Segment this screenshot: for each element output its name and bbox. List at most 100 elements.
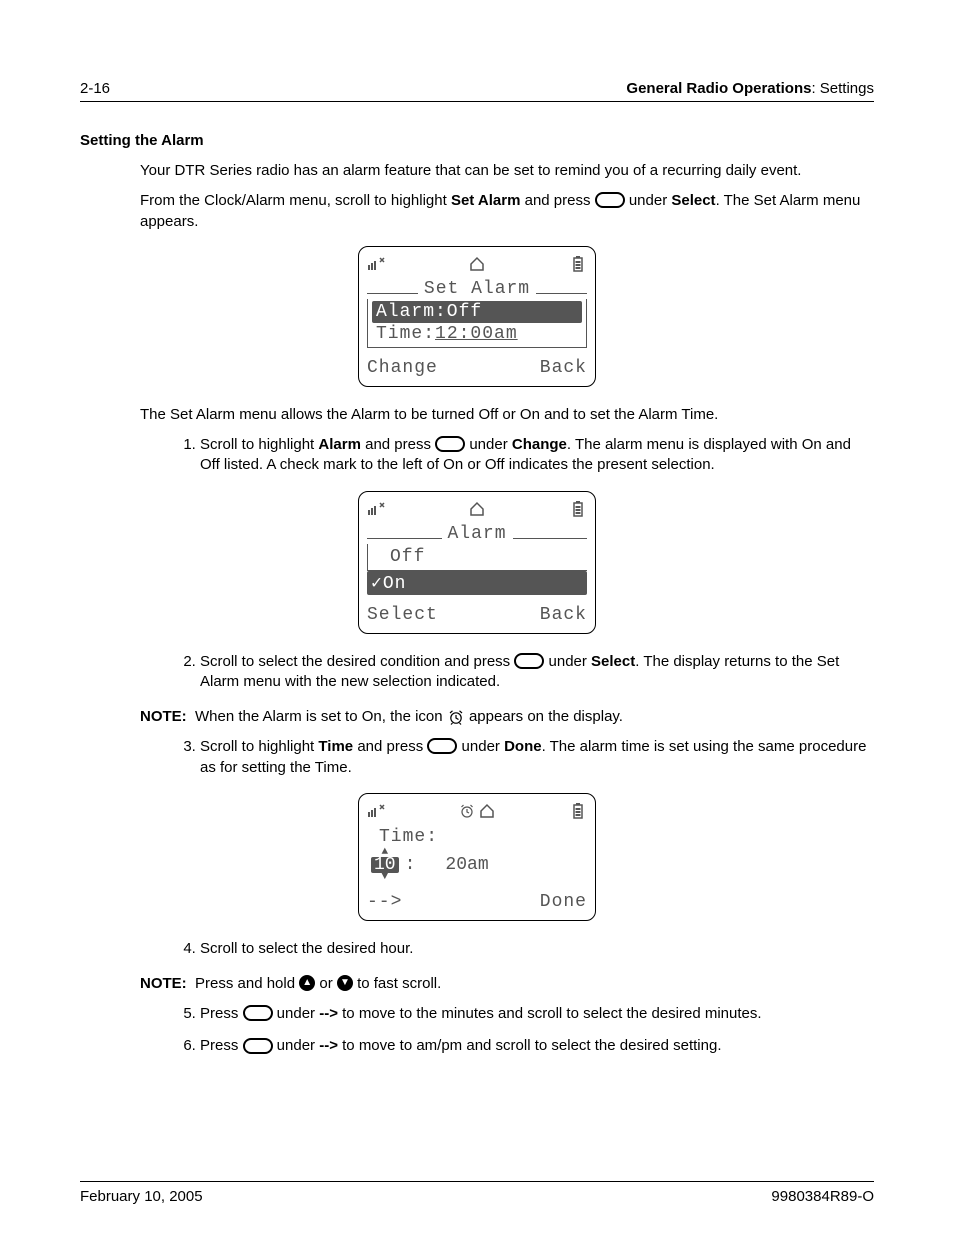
t: -->	[319, 1037, 338, 1054]
t: Press	[200, 1005, 243, 1022]
step-1: Scroll to highlight Alarm and press unde…	[200, 435, 874, 476]
page-header: 2-16 General Radio Operations: Settings	[80, 80, 874, 102]
step-4: Scroll to select the desired hour.	[200, 939, 874, 959]
step-2: Scroll to select the desired condition a…	[200, 652, 874, 693]
lcd-softkeys: Change Back	[367, 358, 587, 378]
t: When the Alarm is set to On, the icon	[195, 708, 447, 725]
lcd-title-row: Set Alarm	[367, 279, 587, 299]
softkey-oval-icon	[427, 738, 457, 754]
note-text: Press and hold ▲ or ▼ to fast scroll.	[195, 974, 874, 994]
t: or	[315, 975, 337, 992]
softkey-left: -->	[367, 892, 402, 912]
t: under	[544, 653, 591, 670]
lcd-softkeys: Select Back	[367, 605, 587, 625]
signal-icon	[367, 255, 385, 273]
t: and press	[520, 192, 594, 209]
t: Set Alarm	[451, 192, 520, 209]
t: Change	[512, 436, 567, 453]
t: to move to the minutes and scroll to sel…	[338, 1005, 762, 1022]
signal-icon	[367, 500, 385, 518]
t: to move to am/pm and scroll to select th…	[338, 1037, 722, 1054]
lcd-softkeys: --> Done	[367, 892, 587, 912]
t: Scroll to select the desired condition a…	[200, 653, 514, 670]
lcd-set-alarm: Set Alarm Alarm:Off Time:12:00am Change …	[358, 246, 596, 387]
steps-list-b: Scroll to select the desired condition a…	[160, 652, 874, 693]
alarm-clock-icon	[458, 802, 476, 820]
t: Time:	[376, 324, 435, 344]
step-6: Press under --> to move to am/pm and scr…	[200, 1036, 874, 1056]
colon: :	[405, 855, 416, 875]
softkey-oval-icon	[595, 192, 625, 208]
t: Press	[200, 1037, 243, 1054]
softkey-oval-icon	[243, 1005, 273, 1021]
lcd-status-bar	[367, 800, 587, 822]
t: Time	[318, 738, 353, 755]
lcd-title-row: Alarm	[367, 524, 587, 544]
t: Select	[671, 192, 715, 209]
section-title: Setting the Alarm	[80, 132, 874, 149]
signal-icon	[367, 802, 385, 820]
t: -->	[319, 1005, 338, 1022]
intro-p1: Your DTR Series radio has an alarm featu…	[140, 161, 874, 181]
steps-list-a: Scroll to highlight Alarm and press unde…	[160, 435, 874, 476]
home-icon	[468, 500, 486, 518]
softkey-right: Back	[540, 358, 587, 378]
note-1: NOTE: When the Alarm is set to On, the i…	[140, 707, 874, 727]
softkey-oval-icon	[514, 653, 544, 669]
caret-down-icon: ▼	[382, 873, 389, 882]
footer-date: February 10, 2005	[80, 1188, 203, 1205]
t: 12:00am	[435, 324, 518, 344]
softkey-left: Select	[367, 605, 438, 625]
lcd-row-on: ✓On	[367, 571, 587, 595]
steps-list-d: Scroll to select the desired hour.	[160, 939, 874, 959]
lcd-title: Set Alarm	[418, 279, 536, 299]
softkey-oval-icon	[435, 436, 465, 452]
step-5: Press under --> to move to the minutes a…	[200, 1004, 874, 1024]
page-container: 2-16 General Radio Operations: Settings …	[0, 0, 954, 1235]
lcd-status-bar	[367, 498, 587, 520]
nav-down-icon: ▼	[337, 975, 353, 991]
battery-icon	[569, 255, 587, 273]
t: Alarm	[318, 436, 361, 453]
after-lcd1-text: The Set Alarm menu allows the Alarm to b…	[140, 405, 874, 425]
footer-doc: 9980384R89-O	[771, 1188, 874, 1205]
t: Select	[591, 653, 635, 670]
lcd-row-alarm: Alarm:Off	[372, 301, 582, 323]
lcd-group: Alarm:Off Time:12:00am	[367, 299, 587, 348]
alarm-clock-icon	[447, 709, 465, 725]
t: under	[457, 738, 504, 755]
home-icon	[468, 255, 486, 273]
t: to fast scroll.	[353, 975, 441, 992]
time-edit-row: ▲ 10 ▼ : 20am	[371, 848, 587, 882]
lcd-time-edit: Time: ▲ 10 ▼ : 20am --> Done	[358, 793, 596, 921]
section-path: General Radio Operations: Settings	[626, 80, 874, 97]
t: and press	[361, 436, 435, 453]
t: under	[465, 436, 512, 453]
section-bold: General Radio Operations	[626, 80, 811, 97]
steps-list-c: Scroll to highlight Time and press under…	[160, 737, 874, 778]
lcd-row-off: Off	[372, 546, 583, 568]
t: under	[273, 1005, 320, 1022]
lcd-title: Alarm	[442, 524, 513, 544]
battery-icon	[569, 802, 587, 820]
t: Press and hold	[195, 975, 299, 992]
softkey-right: Back	[540, 605, 587, 625]
note-2: NOTE: Press and hold ▲ or ▼ to fast scro…	[140, 974, 874, 994]
battery-icon	[569, 500, 587, 518]
lcd-alarm-onoff: Alarm Off ✓On Select Back	[358, 491, 596, 634]
lcd-status-bar	[367, 253, 587, 275]
softkey-left: Change	[367, 358, 438, 378]
t: under	[625, 192, 672, 209]
home-icon	[478, 802, 496, 820]
intro-p2: From the Clock/Alarm menu, scroll to hig…	[140, 191, 874, 232]
page-footer: February 10, 2005 9980384R89-O	[80, 1181, 874, 1205]
note-text: When the Alarm is set to On, the icon ap…	[195, 707, 874, 727]
note-label: NOTE:	[140, 707, 195, 727]
lcd-row-time: Time:12:00am	[372, 323, 582, 345]
step-3: Scroll to highlight Time and press under…	[200, 737, 874, 778]
t: From the Clock/Alarm menu, scroll to hig…	[140, 192, 451, 209]
softkey-right: Done	[540, 892, 587, 912]
hour-spinner: ▲ 10 ▼	[371, 848, 399, 882]
section-tail: : Settings	[811, 80, 874, 97]
lcd-group: Off	[367, 544, 587, 571]
